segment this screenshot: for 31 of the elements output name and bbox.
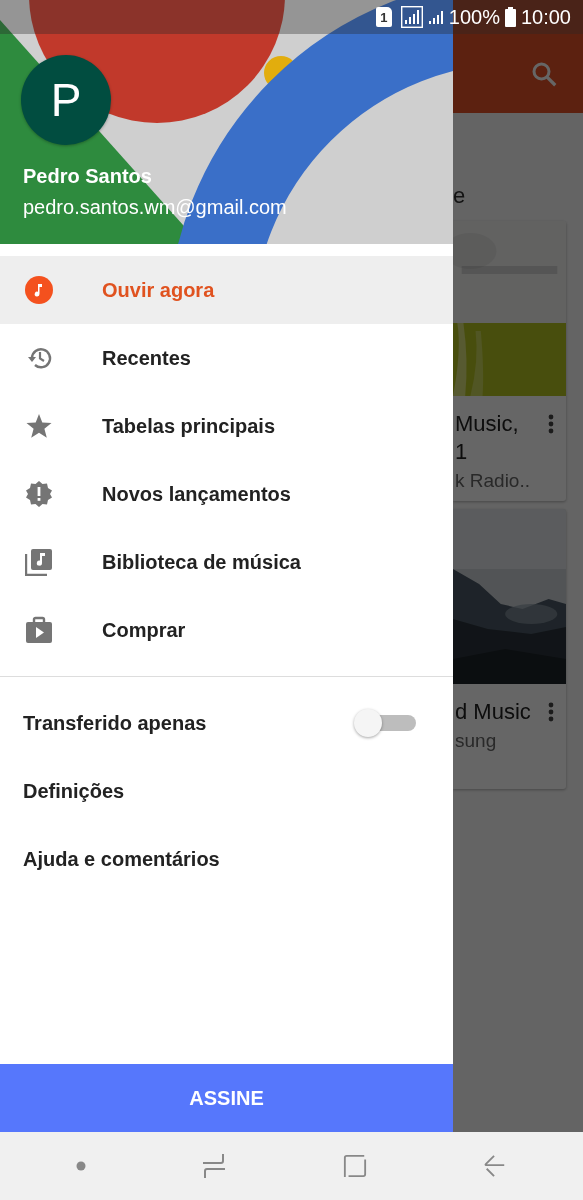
more-options-icon[interactable] xyxy=(548,414,554,434)
toggle-switch[interactable] xyxy=(354,709,416,737)
album-title: Music, 1 xyxy=(455,410,519,466)
signal-icon xyxy=(427,9,444,25)
star-icon xyxy=(25,412,53,440)
battery-icon xyxy=(504,7,516,27)
back-icon[interactable] xyxy=(482,1154,507,1178)
clock: 10:00 xyxy=(520,5,571,29)
album-title: d Music xyxy=(455,698,531,726)
setting-label: Transferido apenas xyxy=(23,711,207,735)
nav-item[interactable]: Biblioteca de música xyxy=(0,528,453,596)
subscribe-button[interactable]: ASSINE xyxy=(0,1064,453,1132)
section-heading: e xyxy=(453,183,467,209)
alert-badge-icon xyxy=(25,480,53,508)
menu-item[interactable]: Ajuda e comentários xyxy=(0,825,453,893)
nav-item[interactable]: Tabelas principais xyxy=(0,392,453,460)
nav-item[interactable]: Comprar xyxy=(0,596,453,664)
battery-percentage: 100% xyxy=(448,5,500,29)
music-note-icon xyxy=(25,276,53,304)
shop-bag-icon xyxy=(25,616,53,644)
album-subtitle: sung xyxy=(454,729,498,753)
dot-icon[interactable] xyxy=(76,1161,87,1171)
recent-apps-icon[interactable] xyxy=(202,1153,227,1179)
more-options-icon[interactable] xyxy=(548,702,554,722)
nav-item[interactable]: Recentes xyxy=(0,324,453,392)
album-subtitle: k Radio.. xyxy=(454,469,531,493)
signal-icon xyxy=(400,6,423,28)
music-library-icon xyxy=(25,548,53,576)
home-icon[interactable] xyxy=(342,1154,367,1178)
nav-item[interactable]: Novos lançamentos xyxy=(0,460,453,528)
menu-item[interactable]: Definições xyxy=(0,757,453,825)
